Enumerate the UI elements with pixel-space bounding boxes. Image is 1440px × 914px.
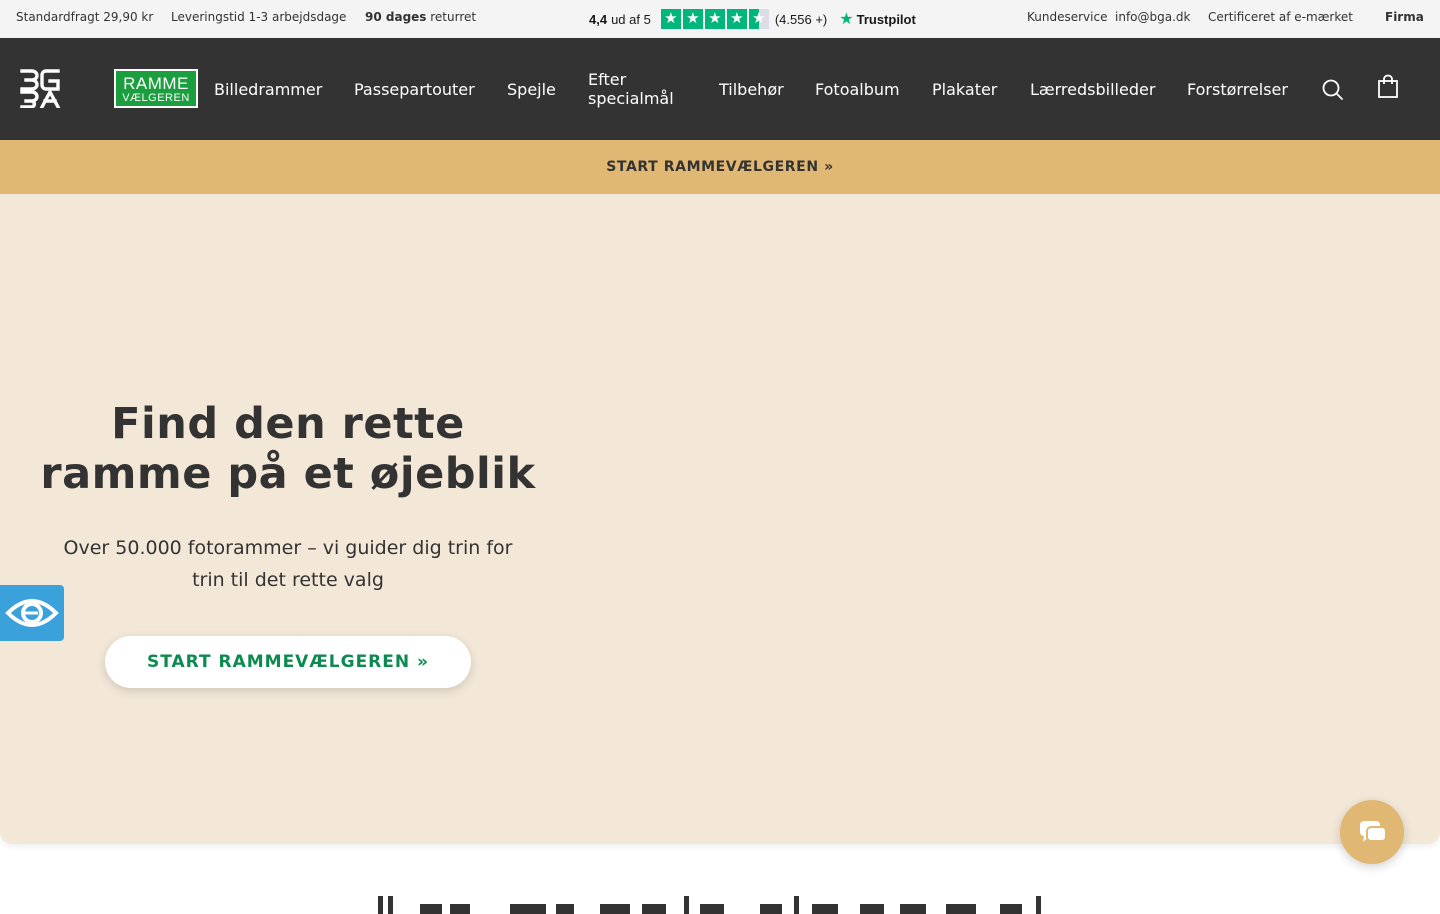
hero-section: Find den rette ramme på et øjeblik Over … — [0, 194, 1440, 844]
delivery-info: Leveringstid 1-3 arbejdsdage — [171, 10, 347, 24]
nav-efter-specialmaal-line2: specialmål — [588, 89, 674, 108]
trustpilot-score-suffix: ud af 5 — [611, 11, 651, 27]
returns-days: 90 dages — [365, 10, 427, 24]
hero-title-line1: Find den rette — [111, 399, 465, 449]
cutoff-heading-glyphs — [378, 896, 1041, 914]
star-icon: ★ — [726, 9, 747, 29]
emaerket-link[interactable]: Certificeret af e-mærket — [1208, 10, 1353, 24]
nav-fotoalbum[interactable]: Fotoalbum — [815, 80, 900, 99]
shopping-bag-icon[interactable] — [1375, 74, 1401, 100]
nav-billedrammer[interactable]: Billedrammer — [214, 80, 322, 99]
business-link[interactable]: Firma — [1385, 10, 1424, 24]
half-star-icon: ★ — [748, 9, 769, 29]
trustpilot-widget[interactable]: 4,4 ud af 5 ★ ★ ★ ★ ★ (4.556 +) ★ Trustp… — [589, 8, 916, 30]
nav-passepartouter[interactable]: Passepartouter — [354, 80, 475, 99]
hero-subtitle-line2: trin til det rette valg — [192, 569, 384, 591]
main-header: RAMME VÆLGEREN Billedrammer Passepartout… — [0, 38, 1440, 140]
star-icon: ★ — [704, 9, 725, 29]
hero-subtitle: Over 50.000 fotorammer – vi guider dig t… — [38, 532, 538, 596]
rammevaelgeren-logo-line1: RAMME — [123, 74, 189, 93]
nav-spejle[interactable]: Spejle — [507, 80, 556, 99]
customer-service-link[interactable]: Kundeservice — [1027, 10, 1107, 24]
shipping-info: Standardfragt 29,90 kr — [16, 10, 154, 24]
accessibility-widget-button[interactable] — [0, 585, 64, 641]
trustpilot-review-count: (4.556 +) — [774, 11, 828, 27]
nav-efter-specialmaal-line1: Efter — [588, 70, 627, 89]
returns-info: 90 dages returret — [365, 10, 476, 24]
trustpilot-stars: ★ ★ ★ ★ ★ — [660, 9, 769, 29]
nav-forstoerrelser[interactable]: Forstørrelser — [1187, 80, 1288, 99]
returns-text: returret — [426, 10, 477, 24]
trustpilot-score: 4,4 — [589, 11, 608, 27]
start-rammevaelgeren-strip[interactable]: START RAMMEVÆLGEREN » — [0, 140, 1440, 194]
rammevaelgeren-logo[interactable]: RAMME VÆLGEREN — [114, 69, 198, 108]
hero-title: Find den rette ramme på et øjeblik — [38, 399, 538, 499]
top-utility-bar: Standardfragt 29,90 kr Leveringstid 1-3 … — [0, 0, 1440, 38]
rammevaelgeren-logo-line2: VÆLGEREN — [122, 92, 190, 104]
search-icon[interactable] — [1320, 77, 1346, 103]
nav-laerredsbilleder[interactable]: Lærredsbilleder — [1030, 80, 1155, 99]
trustpilot-logo-star-icon: ★ — [839, 11, 854, 28]
next-section-heading-cutoff — [360, 884, 1080, 914]
star-icon: ★ — [682, 9, 703, 29]
chat-button[interactable] — [1340, 800, 1404, 864]
hero-title-line2: ramme på et øjeblik — [40, 449, 536, 499]
accessibility-eye-icon — [5, 599, 59, 627]
email-link[interactable]: info@bga.dk — [1115, 10, 1190, 24]
start-rammevaelgeren-button[interactable]: START RAMMEVÆLGEREN » — [105, 636, 471, 688]
chat-icon — [1360, 821, 1387, 842]
bga-logo[interactable] — [20, 68, 62, 108]
hero-subtitle-line1: Over 50.000 fotorammer – vi guider dig t… — [63, 537, 513, 559]
trustpilot-brand: Trustpilot — [856, 11, 916, 27]
star-icon: ★ — [660, 9, 681, 29]
nav-tilbehoer[interactable]: Tilbehør — [719, 80, 784, 99]
nav-efter-specialmaal[interactable]: Efter specialmål — [588, 70, 674, 108]
nav-plakater[interactable]: Plakater — [932, 80, 997, 99]
